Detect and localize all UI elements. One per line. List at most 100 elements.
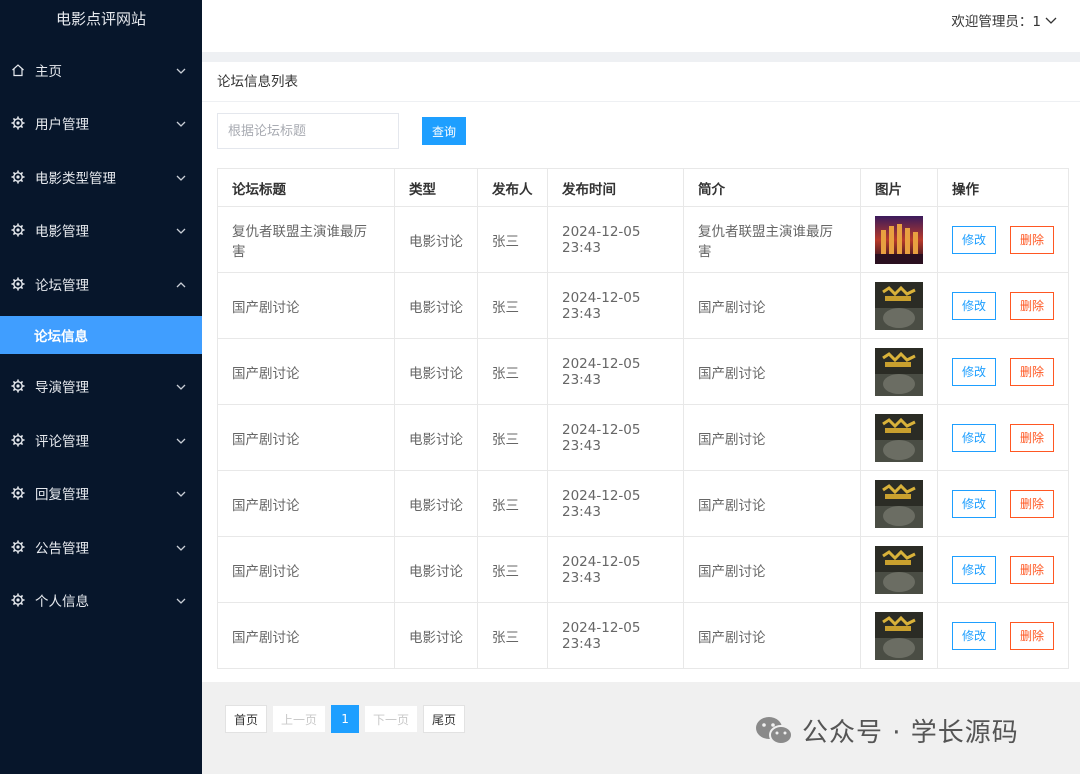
next-page-button[interactable]: 下一页 — [364, 705, 419, 733]
column-header: 论坛标题 — [217, 168, 395, 207]
delete-button[interactable]: 删除 — [1010, 621, 1054, 650]
movie-thumbnail — [875, 479, 923, 528]
user-menu[interactable]: 欢迎管理员：1 — [951, 10, 1058, 30]
edit-button[interactable]: 修改 — [952, 489, 996, 518]
gear-icon — [10, 222, 26, 238]
sidebar-item-label: 个人信息 — [35, 594, 89, 610]
edit-button[interactable]: 修改 — [952, 225, 996, 254]
table-header-row: 论坛标题 类型 发布人 发布时间 简介 图片 操作 — [217, 168, 1069, 207]
sidebar-item-directors[interactable]: 导演管理 — [0, 366, 202, 406]
table-row: 复仇者联盟主演谁最厉害 电影讨论 张三 2024-12-05 23:43 复仇者联盟主演… — [217, 206, 1069, 273]
cell-image — [860, 470, 938, 537]
cell-intro: 国产剧讨论 — [683, 404, 861, 471]
cell-actions: 修改 删除 — [937, 602, 1069, 669]
edit-button[interactable]: 修改 — [952, 291, 996, 320]
sidebar-item-forum[interactable]: 论坛管理 — [0, 264, 202, 304]
chevron-down-icon — [176, 434, 186, 444]
edit-button[interactable]: 修改 — [952, 423, 996, 452]
delete-button[interactable]: 删除 — [1010, 423, 1054, 452]
cell-intro: 国产剧讨论 — [683, 602, 861, 669]
delete-button[interactable]: 删除 — [1010, 291, 1054, 320]
wechat-icon — [756, 716, 793, 745]
sidebar: 电影点评网站 主页用户管理电影类型管理电影管理论坛管理论坛信息导演管理评论管理回… — [0, 0, 202, 774]
cell-image — [860, 338, 938, 405]
sidebar-item-replies[interactable]: 回复管理 — [0, 473, 202, 513]
cell-time: 2024-12-05 23:43 — [547, 404, 684, 471]
cell-actions: 修改 删除 — [937, 206, 1069, 273]
cell-type: 电影讨论 — [394, 272, 478, 339]
edit-button[interactable]: 修改 — [952, 357, 996, 386]
table-row: 国产剧讨论 电影讨论 张三 2024-12-05 23:43 国产剧讨论 修改 删除 — [217, 602, 1069, 669]
main-card: 论坛信息列表 查询 论坛标题类型发布人发布时间简介图片操作 复仇者联盟主演谁最厉… — [202, 62, 1080, 682]
sidebar-item-movie-types[interactable]: 电影类型管理 — [0, 157, 202, 197]
cell-intro: 国产剧讨论 — [683, 536, 861, 603]
last-page-button[interactable]: 尾页 — [423, 705, 466, 733]
delete-button[interactable]: 删除 — [1010, 225, 1054, 254]
chevron-down-icon — [176, 64, 186, 74]
edit-button[interactable]: 修改 — [952, 621, 996, 650]
search-bar: 查询 — [217, 113, 466, 149]
cell-time: 2024-12-05 23:43 — [547, 206, 684, 273]
page-number-button[interactable]: 1 — [331, 705, 360, 733]
table-body: 复仇者联盟主演谁最厉害 电影讨论 张三 2024-12-05 23:43 复仇者联盟主演… — [217, 206, 1069, 669]
sidebar-item-forum-info[interactable]: 论坛信息 — [0, 316, 202, 354]
gear-icon — [10, 169, 26, 185]
watermark-text: 公众号 · 学长源码 — [802, 718, 1019, 748]
table-row: 国产剧讨论 电影讨论 张三 2024-12-05 23:43 国产剧讨论 修改 删除 — [217, 470, 1069, 537]
edit-button[interactable]: 修改 — [952, 555, 996, 584]
home-icon — [10, 62, 26, 78]
gear-icon — [10, 432, 26, 448]
column-header: 类型 — [394, 168, 478, 207]
sidebar-item-users[interactable]: 用户管理 — [0, 103, 202, 143]
cell-author: 张三 — [477, 404, 548, 471]
gear-icon — [10, 592, 26, 608]
app-title: 电影点评网站 — [55, 10, 146, 28]
sidebar-item-label: 电影管理 — [35, 224, 89, 240]
cell-image — [860, 602, 938, 669]
cell-image — [860, 404, 938, 471]
gear-icon — [10, 378, 26, 394]
cell-intro: 复仇者联盟主演谁最厉害 — [683, 206, 861, 273]
cell-author: 张三 — [477, 470, 548, 537]
sidebar-item-comments[interactable]: 评论管理 — [0, 420, 202, 460]
column-header: 发布人 — [477, 168, 548, 207]
chevron-down-icon — [1045, 17, 1057, 24]
cell-image — [860, 206, 938, 273]
prev-page-button[interactable]: 上一页 — [272, 705, 327, 733]
movie-thumbnail — [875, 347, 923, 396]
sidebar-item-home[interactable]: 主页 — [0, 50, 202, 90]
sidebar-item-label: 主页 — [35, 64, 62, 80]
cell-type: 电影讨论 — [394, 470, 478, 537]
cell-time: 2024-12-05 23:43 — [547, 536, 684, 603]
query-button[interactable]: 查询 — [422, 117, 466, 145]
cell-type: 电影讨论 — [394, 206, 478, 273]
cell-title: 国产剧讨论 — [217, 470, 395, 537]
delete-button[interactable]: 删除 — [1010, 357, 1054, 386]
sidebar-item-label: 公告管理 — [35, 541, 89, 557]
cell-actions: 修改 删除 — [937, 404, 1069, 471]
cell-time: 2024-12-05 23:43 — [547, 602, 684, 669]
column-header: 发布时间 — [547, 168, 684, 207]
sidebar-item-movies[interactable]: 电影管理 — [0, 210, 202, 250]
chevron-down-icon — [176, 594, 186, 604]
cell-author: 张三 — [477, 272, 548, 339]
cell-type: 电影讨论 — [394, 404, 478, 471]
cell-actions: 修改 删除 — [937, 470, 1069, 537]
chevron-down-icon — [176, 117, 186, 127]
first-page-button[interactable]: 首页 — [225, 705, 268, 733]
cell-author: 张三 — [477, 536, 548, 603]
table-row: 国产剧讨论 电影讨论 张三 2024-12-05 23:43 国产剧讨论 修改 删除 — [217, 404, 1069, 471]
movie-thumbnail — [875, 413, 923, 462]
search-input[interactable] — [217, 113, 399, 149]
delete-button[interactable]: 删除 — [1010, 489, 1054, 518]
sidebar-item-profile[interactable]: 个人信息 — [0, 580, 202, 620]
table-row: 国产剧讨论 电影讨论 张三 2024-12-05 23:43 国产剧讨论 修改 删除 — [217, 272, 1069, 339]
sidebar-item-announcements[interactable]: 公告管理 — [0, 527, 202, 567]
cell-intro: 国产剧讨论 — [683, 470, 861, 537]
delete-button[interactable]: 删除 — [1010, 555, 1054, 584]
welcome-text: 欢迎管理员：1 — [951, 14, 1041, 30]
column-header: 操作 — [937, 168, 1069, 207]
cell-intro: 国产剧讨论 — [683, 272, 861, 339]
table-row: 国产剧讨论 电影讨论 张三 2024-12-05 23:43 国产剧讨论 修改 删除 — [217, 536, 1069, 603]
sidebar-item-label: 论坛管理 — [35, 278, 89, 294]
